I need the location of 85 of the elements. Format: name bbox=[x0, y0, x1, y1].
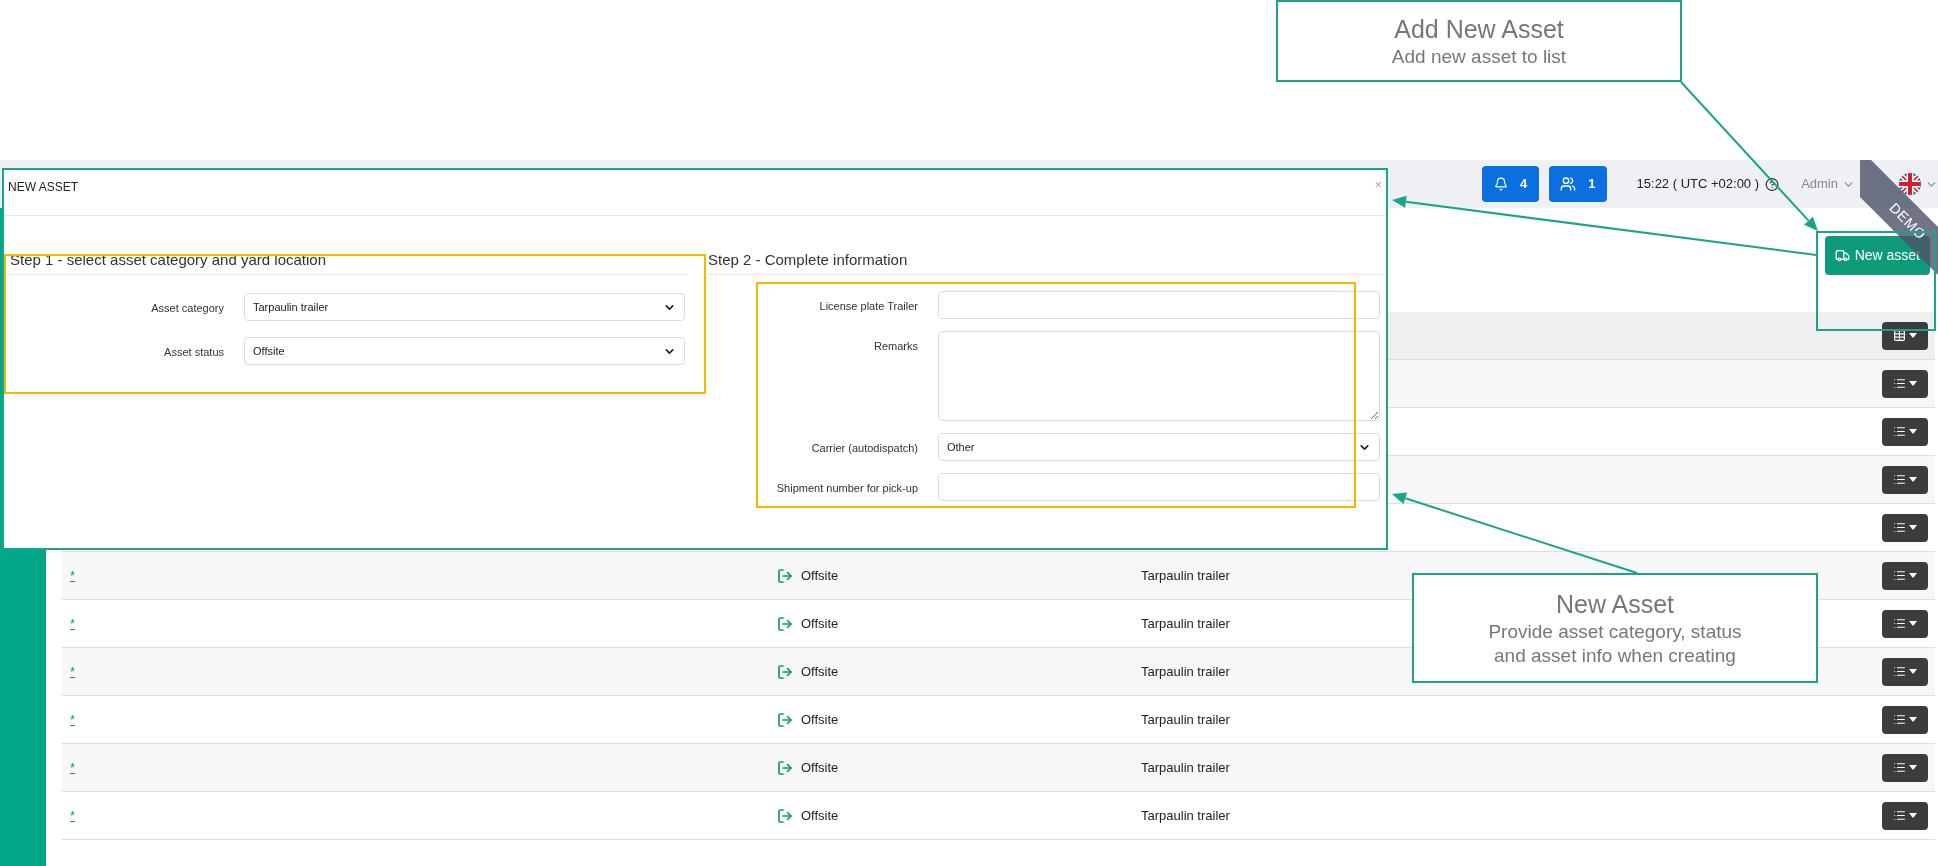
row-menu-button[interactable] bbox=[1882, 657, 1928, 686]
status-text: Offsite bbox=[801, 710, 840, 729]
row-menu-button[interactable] bbox=[1882, 369, 1928, 398]
row-menu-button[interactable] bbox=[1882, 705, 1928, 734]
caret-icon bbox=[1909, 669, 1917, 674]
callout-text: Provide asset category, status bbox=[1488, 619, 1742, 644]
callout-title: Add New Asset bbox=[1394, 13, 1564, 45]
asset-link[interactable]: * bbox=[70, 757, 777, 778]
status-text: Offsite bbox=[801, 662, 840, 681]
row-menu-button[interactable] bbox=[1882, 801, 1928, 830]
callout-text: Add new asset to list bbox=[1391, 44, 1567, 69]
dropdown-field[interactable]: Offsite bbox=[244, 337, 685, 365]
field-label: Carrier (autodispatch) bbox=[811, 441, 918, 456]
user-menu[interactable]: Admin bbox=[1801, 174, 1855, 194]
caret-icon bbox=[1909, 429, 1917, 434]
dropdown-field[interactable]: Tarpaulin trailer bbox=[244, 293, 685, 321]
exit-icon bbox=[777, 807, 793, 824]
status-text: Offsite bbox=[801, 614, 840, 633]
list-icon bbox=[1893, 809, 1906, 822]
bell-icon bbox=[1494, 177, 1508, 191]
status-text: Offsite bbox=[801, 566, 840, 585]
field-label: Shipment number for pick-up bbox=[776, 481, 918, 496]
exit-icon bbox=[777, 759, 793, 776]
caret-icon bbox=[1909, 765, 1917, 770]
text-input[interactable] bbox=[938, 291, 1380, 319]
clock-text: 15:22 ( UTC +02:00 ) bbox=[1636, 175, 1760, 194]
exit-icon bbox=[777, 663, 793, 680]
asset-link[interactable]: * bbox=[70, 709, 777, 730]
category-text: Tarpaulin trailer bbox=[1141, 662, 1230, 681]
exit-icon bbox=[777, 711, 793, 728]
notifications-button[interactable]: 4 bbox=[1482, 166, 1540, 202]
list-icon bbox=[1893, 425, 1906, 438]
caret-icon bbox=[1909, 813, 1917, 818]
caret-icon bbox=[1909, 333, 1917, 338]
users-icon bbox=[1560, 176, 1577, 192]
list-icon bbox=[1893, 521, 1906, 534]
asset-link[interactable]: * bbox=[70, 613, 777, 634]
caret-icon bbox=[1909, 573, 1917, 578]
callout-text: and asset info when creating bbox=[1494, 643, 1736, 668]
flag-icon bbox=[1899, 173, 1921, 195]
table-icon bbox=[1893, 329, 1906, 342]
field-label: License plate Trailer bbox=[819, 299, 918, 314]
list-icon bbox=[1893, 377, 1906, 390]
list-icon bbox=[1893, 713, 1906, 726]
row-menu-button[interactable] bbox=[1882, 465, 1928, 494]
caret-icon bbox=[1909, 381, 1917, 386]
users-button[interactable]: 1 bbox=[1549, 166, 1607, 202]
category-text: Tarpaulin trailer bbox=[1141, 806, 1230, 825]
field-label: Asset category bbox=[151, 301, 224, 316]
row-menu-button[interactable] bbox=[1882, 609, 1928, 638]
row-menu-button[interactable] bbox=[1882, 513, 1928, 542]
list-icon bbox=[1893, 569, 1906, 582]
row-menu-button[interactable] bbox=[1882, 417, 1928, 446]
text-input[interactable] bbox=[938, 473, 1380, 501]
caret-icon bbox=[1909, 621, 1917, 626]
status-text: Offsite bbox=[801, 758, 840, 777]
asset-link[interactable]: * bbox=[70, 805, 777, 826]
list-icon bbox=[1893, 473, 1906, 486]
field-label: Asset status bbox=[164, 345, 224, 360]
caret-icon bbox=[1909, 525, 1917, 530]
exit-icon bbox=[777, 615, 793, 632]
truck-icon bbox=[1834, 248, 1850, 263]
row-menu-button[interactable] bbox=[1882, 753, 1928, 782]
list-icon bbox=[1893, 617, 1906, 630]
list-icon bbox=[1893, 665, 1906, 678]
caret-icon bbox=[1909, 477, 1917, 482]
dialog-title: NEW ASSET bbox=[8, 179, 78, 196]
category-text: Tarpaulin trailer bbox=[1141, 566, 1230, 585]
category-text: Tarpaulin trailer bbox=[1141, 758, 1230, 777]
caret-icon bbox=[1909, 717, 1917, 722]
asset-link[interactable]: * bbox=[70, 661, 777, 682]
category-text: Tarpaulin trailer bbox=[1141, 614, 1230, 633]
asset-link[interactable]: * bbox=[70, 565, 777, 586]
field-label: Remarks bbox=[874, 339, 918, 354]
row-menu-button[interactable] bbox=[1882, 561, 1928, 590]
category-text: Tarpaulin trailer bbox=[1141, 710, 1230, 729]
exit-icon bbox=[777, 567, 793, 584]
help-icon[interactable] bbox=[1765, 176, 1780, 192]
status-text: Offsite bbox=[801, 806, 840, 825]
dropdown-field[interactable]: Other bbox=[938, 433, 1380, 461]
close-button[interactable]: × bbox=[1374, 178, 1382, 191]
step-heading: Step 2 - Complete information bbox=[708, 251, 908, 268]
list-icon bbox=[1893, 761, 1906, 774]
columns-menu-button[interactable] bbox=[1882, 321, 1928, 350]
callout-title: New Asset bbox=[1555, 588, 1675, 620]
